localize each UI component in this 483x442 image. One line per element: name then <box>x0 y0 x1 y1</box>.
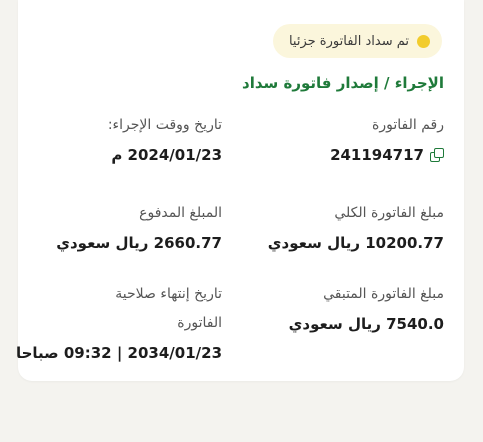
remaining-amount-label: مبلغ الفاتورة المتبقي <box>323 286 444 302</box>
expiry-label-line1: تاريخ إنتهاء صلاحية <box>115 286 222 302</box>
status-dot-icon <box>417 34 430 48</box>
invoice-number-value: 241194717 <box>330 146 424 164</box>
action-title: الإجراء / إصدار فاتورة سداد <box>242 74 444 92</box>
paid-amount-label: المبلغ المدفوع <box>139 205 222 221</box>
invoice-number-row: 241194717 <box>330 146 444 164</box>
total-amount-value: 10200.77 ريال سعودي <box>267 234 444 252</box>
expiry-label-line2: الفاتورة <box>177 315 222 331</box>
action-datetime-value: 2024/01/23 م <box>111 146 222 164</box>
remaining-amount-value: 7540.0 ريال سعودي <box>288 315 444 333</box>
expiry-value: 2034/01/23 | 09:32 صباحا <box>15 344 222 362</box>
invoice-number-label: رقم الفاتورة <box>372 117 444 133</box>
copy-icon[interactable] <box>430 148 444 162</box>
status-badge-text: تم سداد الفاتورة جزئيا <box>288 33 409 49</box>
paid-amount-value: 2660.77 ريال سعودي <box>56 234 222 252</box>
invoice-card: تم سداد الفاتورة جزئيا الإجراء / إصدار ف… <box>15 0 464 381</box>
status-badge: تم سداد الفاتورة جزئيا <box>272 24 442 58</box>
total-amount-label: مبلغ الفاتورة الكلي <box>334 205 444 221</box>
action-datetime-label: تاريخ ووقت الإجراء: <box>107 117 222 133</box>
